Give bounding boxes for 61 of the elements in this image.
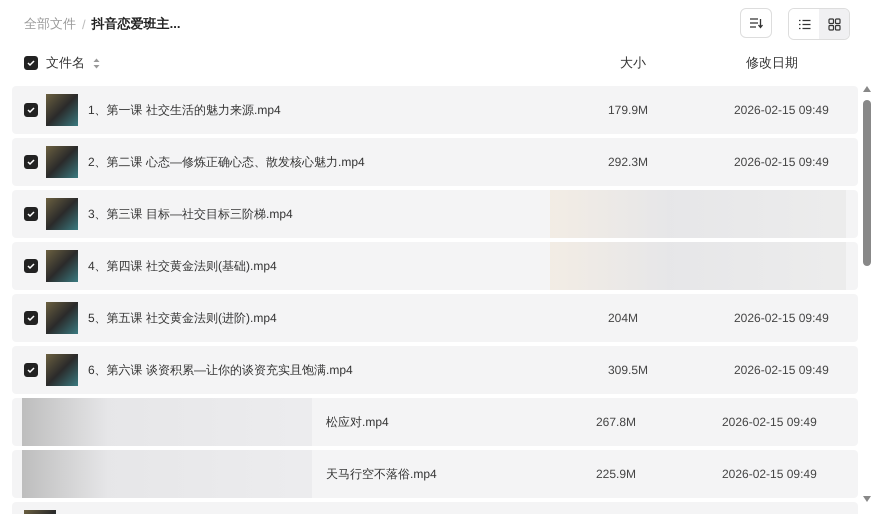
row-checkbox[interactable] xyxy=(24,311,38,325)
file-size: 225.9M xyxy=(596,467,638,481)
scroll-up-arrow-icon[interactable] xyxy=(863,86,871,92)
row-checkbox[interactable] xyxy=(24,155,38,169)
file-row[interactable]: 5、第五课 社交黄金法则(进阶).mp4 204M 2026-02-15 09:49 xyxy=(12,294,858,342)
modified-date: 2026-02-15 09:49 xyxy=(734,103,830,117)
row-checkbox[interactable] xyxy=(24,363,38,377)
file-name: 4、第四课 社交黄金法则(基础).mp4 xyxy=(88,258,277,274)
scroll-down-arrow-icon[interactable] xyxy=(863,496,871,502)
video-thumbnail xyxy=(46,198,78,230)
modified-date: 2026-02-15 09:49 xyxy=(722,467,818,481)
file-row[interactable]: 6、第六课 谈资积累—让你的谈资充实且饱满.mp4 309.5M 2026-02-15 09:49 xyxy=(12,346,858,394)
file-size: 204M xyxy=(608,311,640,325)
row-checkbox[interactable] xyxy=(24,103,38,117)
file-name: 松应对.mp4 xyxy=(326,414,389,430)
file-row[interactable]: 松应对.mp4 267.8M 2026-02-15 09:49 xyxy=(12,398,858,446)
file-name: 1、第一课 社交生活的魅力来源.mp4 xyxy=(88,102,281,118)
grid-view-button[interactable] xyxy=(819,9,849,39)
list-icon xyxy=(798,18,810,30)
video-thumbnail xyxy=(46,146,78,178)
sort-icon[interactable] xyxy=(93,58,100,68)
file-size: 179.9M xyxy=(608,103,650,117)
video-thumbnail xyxy=(46,250,78,282)
breadcrumb-link[interactable]: 抖音恋爱班主... xyxy=(92,15,180,33)
row-checkbox[interactable] xyxy=(24,259,38,273)
file-name: 天马行空不落俗.mp4 xyxy=(326,466,437,482)
file-row[interactable]: 4、第四课 社交黄金法则(基础).mp4 xyxy=(12,242,858,290)
check-icon xyxy=(27,314,35,322)
column-header: 大小 xyxy=(620,54,647,72)
column-header: 修改日期 xyxy=(746,54,799,72)
modified-date: 2026-02-15 09:49 xyxy=(722,415,818,429)
file-name: 3、第三课 目标—社交目标三阶梯.mp4 xyxy=(88,206,293,222)
row-checkbox[interactable] xyxy=(24,207,38,221)
check-icon xyxy=(27,210,35,218)
video-thumbnail xyxy=(46,354,78,386)
check-icon xyxy=(27,262,35,270)
modified-date: 2026-02-15 09:49 xyxy=(734,363,830,377)
file-row[interactable]: 天马行空不落俗.mp4 225.9M 2026-02-15 09:49 xyxy=(12,450,858,498)
check-icon xyxy=(27,59,35,67)
file-size: 309.5M xyxy=(608,363,650,377)
breadcrumb-separator: / xyxy=(82,16,86,32)
file-row[interactable]: 2、第二课 心态—修炼正确心态、散发核心魅力.mp4 292.3M 2026-02-15 09:49 xyxy=(12,138,858,186)
sort-icon xyxy=(749,17,763,29)
sort-button[interactable] xyxy=(740,8,772,38)
file-row[interactable]: 1、第一课 社交生活的魅力来源.mp4 179.9M 2026-02-15 09:49 xyxy=(12,86,858,134)
file-size: 267.8M xyxy=(596,415,638,429)
check-icon xyxy=(27,366,35,374)
file-name: 2、第二课 心态—修炼正确心态、散发核心魅力.mp4 xyxy=(88,154,365,170)
video-thumbnail xyxy=(46,302,78,334)
video-thumbnail xyxy=(46,94,78,126)
select-all-checkbox[interactable] xyxy=(24,56,38,70)
check-icon xyxy=(27,106,35,114)
grid-icon xyxy=(828,18,840,30)
check-icon xyxy=(27,158,35,166)
modified-date: 2026-02-15 09:49 xyxy=(734,155,830,169)
file-size: 292.3M xyxy=(608,155,650,169)
file-name: 6、第六课 谈资积累—让你的谈资充实且饱满.mp4 xyxy=(88,362,353,378)
column-header: 文件名 xyxy=(46,54,85,72)
modified-date: 2026-02-15 09:49 xyxy=(734,311,830,325)
file-row[interactable]: 3、第三课 目标—社交目标三阶梯.mp4 xyxy=(12,190,858,238)
file-name: 5、第五课 社交黄金法则(进阶).mp4 xyxy=(88,310,277,326)
